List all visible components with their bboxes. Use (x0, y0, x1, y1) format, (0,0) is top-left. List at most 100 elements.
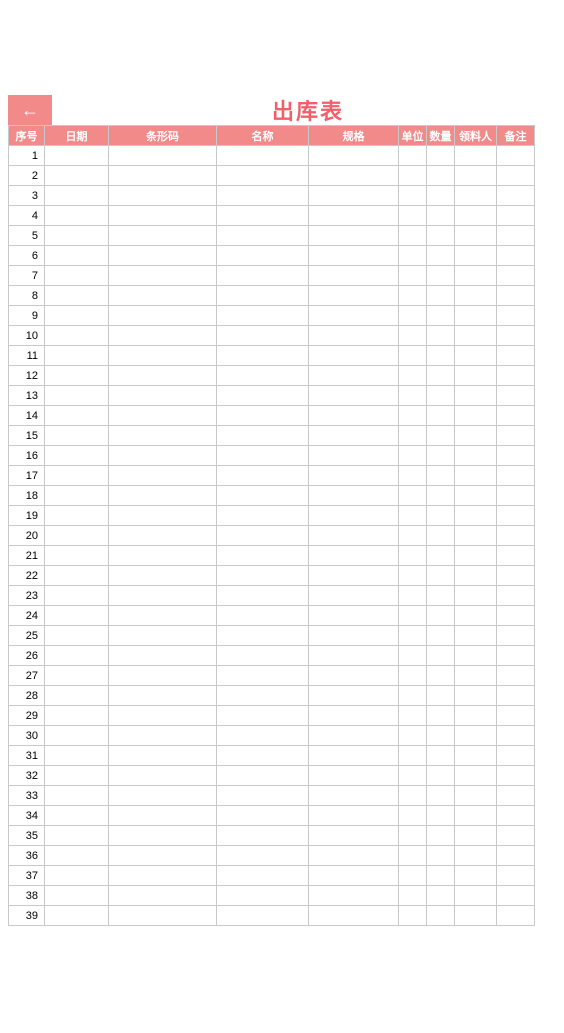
cell-spec[interactable] (309, 206, 399, 226)
cell-date[interactable] (45, 466, 109, 486)
cell-barcode[interactable] (109, 246, 217, 266)
cell-unit[interactable] (399, 206, 427, 226)
cell-seq[interactable]: 2 (9, 166, 45, 186)
cell-name[interactable] (217, 526, 309, 546)
cell-person[interactable] (455, 526, 497, 546)
cell-unit[interactable] (399, 746, 427, 766)
cell-name[interactable] (217, 306, 309, 326)
cell-unit[interactable] (399, 386, 427, 406)
cell-note[interactable] (497, 766, 535, 786)
cell-barcode[interactable] (109, 506, 217, 526)
cell-barcode[interactable] (109, 586, 217, 606)
cell-spec[interactable] (309, 186, 399, 206)
cell-unit[interactable] (399, 586, 427, 606)
cell-qty[interactable] (427, 626, 455, 646)
cell-spec[interactable] (309, 606, 399, 626)
cell-qty[interactable] (427, 666, 455, 686)
cell-person[interactable] (455, 886, 497, 906)
cell-seq[interactable]: 20 (9, 526, 45, 546)
cell-date[interactable] (45, 786, 109, 806)
cell-date[interactable] (45, 606, 109, 626)
cell-person[interactable] (455, 486, 497, 506)
cell-date[interactable] (45, 886, 109, 906)
cell-seq[interactable]: 19 (9, 506, 45, 526)
cell-name[interactable] (217, 166, 309, 186)
cell-date[interactable] (45, 506, 109, 526)
cell-qty[interactable] (427, 846, 455, 866)
cell-name[interactable] (217, 906, 309, 926)
cell-person[interactable] (455, 366, 497, 386)
cell-unit[interactable] (399, 286, 427, 306)
cell-qty[interactable] (427, 766, 455, 786)
cell-date[interactable] (45, 146, 109, 166)
cell-unit[interactable] (399, 606, 427, 626)
cell-name[interactable] (217, 886, 309, 906)
cell-qty[interactable] (427, 806, 455, 826)
cell-spec[interactable] (309, 306, 399, 326)
cell-seq[interactable]: 29 (9, 706, 45, 726)
cell-name[interactable] (217, 206, 309, 226)
cell-date[interactable] (45, 426, 109, 446)
cell-barcode[interactable] (109, 566, 217, 586)
cell-barcode[interactable] (109, 166, 217, 186)
cell-person[interactable] (455, 246, 497, 266)
cell-seq[interactable]: 21 (9, 546, 45, 566)
cell-spec[interactable] (309, 226, 399, 246)
cell-spec[interactable] (309, 806, 399, 826)
cell-person[interactable] (455, 466, 497, 486)
cell-note[interactable] (497, 546, 535, 566)
cell-seq[interactable]: 31 (9, 746, 45, 766)
cell-qty[interactable] (427, 406, 455, 426)
cell-spec[interactable] (309, 706, 399, 726)
cell-date[interactable] (45, 546, 109, 566)
cell-name[interactable] (217, 386, 309, 406)
cell-date[interactable] (45, 266, 109, 286)
back-button[interactable]: ← (8, 95, 52, 125)
cell-unit[interactable] (399, 326, 427, 346)
cell-name[interactable] (217, 266, 309, 286)
cell-name[interactable] (217, 726, 309, 746)
cell-qty[interactable] (427, 466, 455, 486)
cell-person[interactable] (455, 166, 497, 186)
cell-barcode[interactable] (109, 386, 217, 406)
cell-unit[interactable] (399, 346, 427, 366)
cell-seq[interactable]: 36 (9, 846, 45, 866)
cell-note[interactable] (497, 266, 535, 286)
cell-barcode[interactable] (109, 546, 217, 566)
cell-spec[interactable] (309, 526, 399, 546)
cell-note[interactable] (497, 566, 535, 586)
cell-seq[interactable]: 24 (9, 606, 45, 626)
cell-spec[interactable] (309, 686, 399, 706)
cell-seq[interactable]: 39 (9, 906, 45, 926)
cell-date[interactable] (45, 726, 109, 746)
cell-spec[interactable] (309, 566, 399, 586)
cell-note[interactable] (497, 666, 535, 686)
cell-qty[interactable] (427, 826, 455, 846)
cell-barcode[interactable] (109, 766, 217, 786)
cell-barcode[interactable] (109, 526, 217, 546)
cell-spec[interactable] (309, 886, 399, 906)
cell-barcode[interactable] (109, 866, 217, 886)
cell-person[interactable] (455, 446, 497, 466)
cell-person[interactable] (455, 666, 497, 686)
cell-person[interactable] (455, 606, 497, 626)
cell-spec[interactable] (309, 446, 399, 466)
cell-spec[interactable] (309, 346, 399, 366)
cell-note[interactable] (497, 686, 535, 706)
cell-qty[interactable] (427, 246, 455, 266)
cell-seq[interactable]: 3 (9, 186, 45, 206)
cell-date[interactable] (45, 766, 109, 786)
cell-qty[interactable] (427, 786, 455, 806)
cell-name[interactable] (217, 566, 309, 586)
cell-unit[interactable] (399, 266, 427, 286)
cell-unit[interactable] (399, 786, 427, 806)
cell-qty[interactable] (427, 226, 455, 246)
cell-barcode[interactable] (109, 746, 217, 766)
cell-note[interactable] (497, 346, 535, 366)
cell-date[interactable] (45, 826, 109, 846)
cell-barcode[interactable] (109, 826, 217, 846)
cell-person[interactable] (455, 326, 497, 346)
cell-note[interactable] (497, 246, 535, 266)
cell-name[interactable] (217, 646, 309, 666)
cell-date[interactable] (45, 806, 109, 826)
